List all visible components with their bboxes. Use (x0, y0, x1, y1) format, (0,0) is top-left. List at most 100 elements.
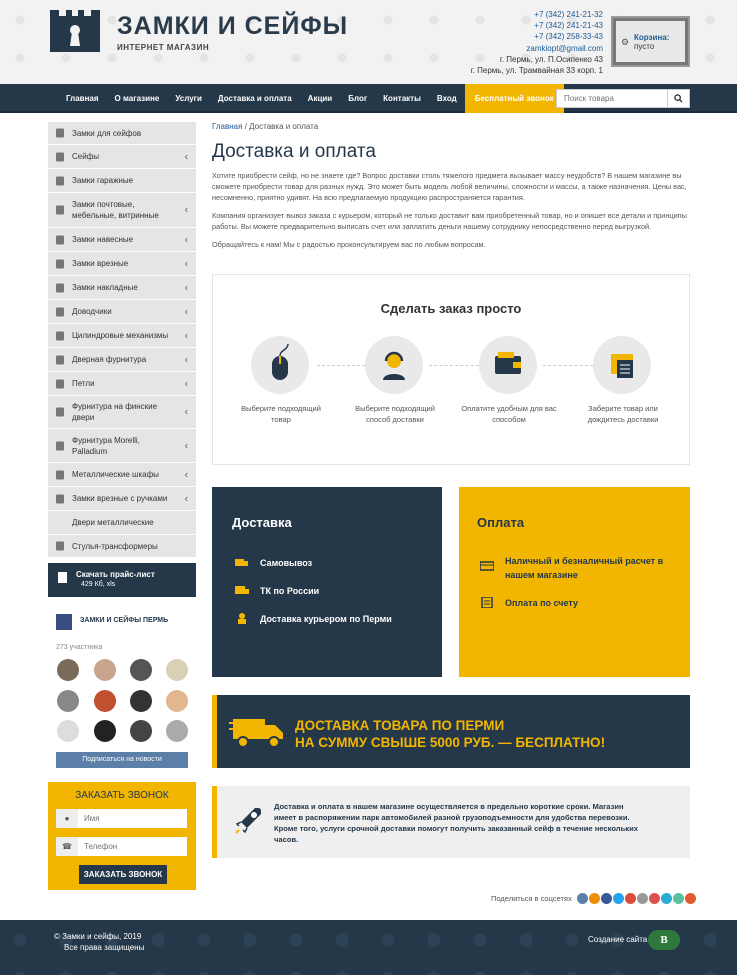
sidebar-item-label: Замки врезные с ручками (72, 494, 168, 503)
avatar[interactable] (130, 690, 152, 712)
phone-2[interactable]: +7 (342) 241-21-43 (471, 20, 603, 31)
nav-blog[interactable]: Блог (340, 84, 375, 113)
nav-login[interactable]: Вход (429, 84, 465, 113)
payment-title: Оплата (477, 515, 525, 530)
avatar[interactable] (166, 720, 188, 742)
brand-name[interactable]: ЗАМКИ И СЕЙФЫ (117, 12, 348, 41)
nav-services[interactable]: Услуги (167, 84, 210, 113)
sidebar-item[interactable]: Замки гаражные (48, 169, 196, 193)
sidebar-item[interactable]: Замки для сейфов (48, 122, 196, 145)
sidebar-item[interactable]: Петли ‹ (48, 372, 196, 396)
sidebar-item[interactable]: Стулья-трансформеры (48, 535, 196, 558)
nav-contacts[interactable]: Контакты (375, 84, 429, 113)
google-share-icon[interactable] (624, 893, 636, 904)
hinge-icon (56, 379, 64, 388)
vk-group-avatar[interactable] (56, 614, 72, 630)
door-fittings-icon (56, 441, 64, 450)
chevron-left-icon: ‹ (184, 330, 188, 341)
nav-delivery[interactable]: Доставка и оплата (210, 84, 300, 113)
avatar[interactable] (166, 659, 188, 681)
chevron-left-icon: ‹ (184, 493, 188, 504)
sidebar-item[interactable]: Замки навесные ‹ (48, 228, 196, 252)
avatar[interactable] (130, 659, 152, 681)
delivery-option-label: ТК по России (260, 586, 320, 596)
vk-subscribe-button[interactable]: Подписаться на новости (56, 752, 188, 768)
nav-about[interactable]: О магазине (107, 84, 168, 113)
more-share-icon[interactable] (684, 893, 696, 904)
avatar[interactable] (57, 659, 79, 681)
mailbox-icon (56, 205, 64, 215)
search-input[interactable] (557, 90, 667, 107)
livejournal-share-icon[interactable] (636, 893, 648, 904)
safe-icon (56, 152, 64, 161)
cart-widget[interactable]: ⚙ Корзина: пусто (611, 16, 690, 67)
delivery-title: Доставка (232, 515, 292, 530)
search-button[interactable] (667, 90, 689, 107)
phone-3[interactable]: +7 (342) 258-33-43 (471, 31, 603, 42)
avatar[interactable] (130, 720, 152, 742)
avatar[interactable] (57, 690, 79, 712)
cash-icon (480, 561, 494, 571)
sidebar-item[interactable]: Сейфы ‹ (48, 145, 196, 169)
phone-1[interactable]: +7 (342) 241-21-32 (471, 9, 603, 20)
sidebar-item[interactable]: Замки врезные с ручками ‹ (48, 487, 196, 511)
sidebar-item[interactable]: Цилиндровые механизмы ‹ (48, 324, 196, 348)
sidebar-item[interactable]: Доводчики ‹ (48, 300, 196, 324)
callback-title: ЗАКАЗАТЬ ЗВОНОК (75, 790, 169, 801)
pricelist-size: 429 Кб, xls (81, 581, 116, 588)
bookmark-share-icon[interactable] (672, 893, 684, 904)
vk-group-title[interactable]: ЗАМКИ И СЕЙФЫ ПЕРМЬ (80, 617, 168, 624)
steps-title: Сделать заказ просто (380, 301, 522, 316)
avatar[interactable] (94, 720, 116, 742)
copyright: © Замки и сейфы, 2019 Все права защищены (54, 931, 144, 953)
sidebar-item-label: Замки накладные (72, 283, 138, 292)
payment-option-label: Оплата по счету (505, 598, 579, 608)
email-link[interactable]: zamkiopt@gmail.com (471, 43, 603, 54)
ok-share-icon[interactable] (588, 893, 600, 904)
twitter-share-icon[interactable] (612, 893, 624, 904)
vk-widget: ЗАМКИ И СЕЙФЫ ПЕРМЬ 273 участника Подпис… (48, 606, 196, 772)
free-call-button[interactable]: Бесплатный звонок (464, 84, 564, 113)
vk-share-icon[interactable] (576, 893, 588, 904)
mouse-icon (251, 336, 309, 394)
avatar[interactable] (94, 690, 116, 712)
sidebar-item[interactable]: Фурнитура Morelli, Palladium ‹ (48, 429, 196, 463)
door-closer-icon (56, 307, 64, 316)
operator-icon (365, 336, 423, 394)
chevron-left-icon: ‹ (184, 440, 188, 451)
nav-home[interactable]: Главная (58, 84, 107, 113)
sidebar-item[interactable]: Фурнитура на финские двери ‹ (48, 396, 196, 429)
mailru-share-icon[interactable] (660, 893, 672, 904)
sidebar-item[interactable]: Металлические шкафы ‹ (48, 463, 196, 487)
sidebar-item[interactable]: Замки накладные ‹ (48, 276, 196, 300)
chair-icon (56, 541, 64, 551)
sidebar-item[interactable]: Дверная фурнитура ‹ (48, 348, 196, 372)
breadcrumb-home[interactable]: Главная (212, 122, 242, 131)
step-caption: Заберите товар или дождитесь доставки (587, 404, 659, 424)
castle-logo-icon[interactable] (50, 10, 100, 52)
avatar[interactable] (57, 720, 79, 742)
sidebar-item[interactable]: Замки врезные ‹ (48, 252, 196, 276)
search-box (556, 89, 690, 108)
sidebar-item-label: Замки врезные (72, 259, 129, 268)
avatar[interactable] (166, 690, 188, 712)
mail-share-icon[interactable] (648, 893, 660, 904)
cabinet-icon (56, 470, 64, 479)
truck-icon (235, 586, 249, 594)
name-field: ● (56, 809, 187, 828)
callback-submit-button[interactable]: ЗАКАЗАТЬ ЗВОНОК (79, 865, 167, 884)
share-bar: Поделиться в соцсетях (491, 893, 696, 904)
invoice-icon (481, 597, 493, 608)
pricelist-download-button[interactable]: Скачать прайс-лист 429 Кб, xls (48, 563, 196, 597)
sidebar-item[interactable]: Двери металлические (48, 511, 196, 535)
delivery-option-label: Доставка курьером по Перми (260, 614, 392, 624)
phone-icon: ☎ (56, 837, 78, 856)
avatar[interactable] (94, 659, 116, 681)
sidebar-item-label: Металлические шкафы (72, 470, 159, 479)
nav-promo[interactable]: Акции (300, 84, 341, 113)
phone-input[interactable] (78, 837, 187, 856)
sidebar-item[interactable]: Замки почтовые, мебельные, витринные ‹ (48, 193, 196, 228)
facebook-share-icon[interactable] (600, 893, 612, 904)
developer-logo[interactable]: B (648, 930, 680, 950)
name-input[interactable] (78, 809, 187, 828)
